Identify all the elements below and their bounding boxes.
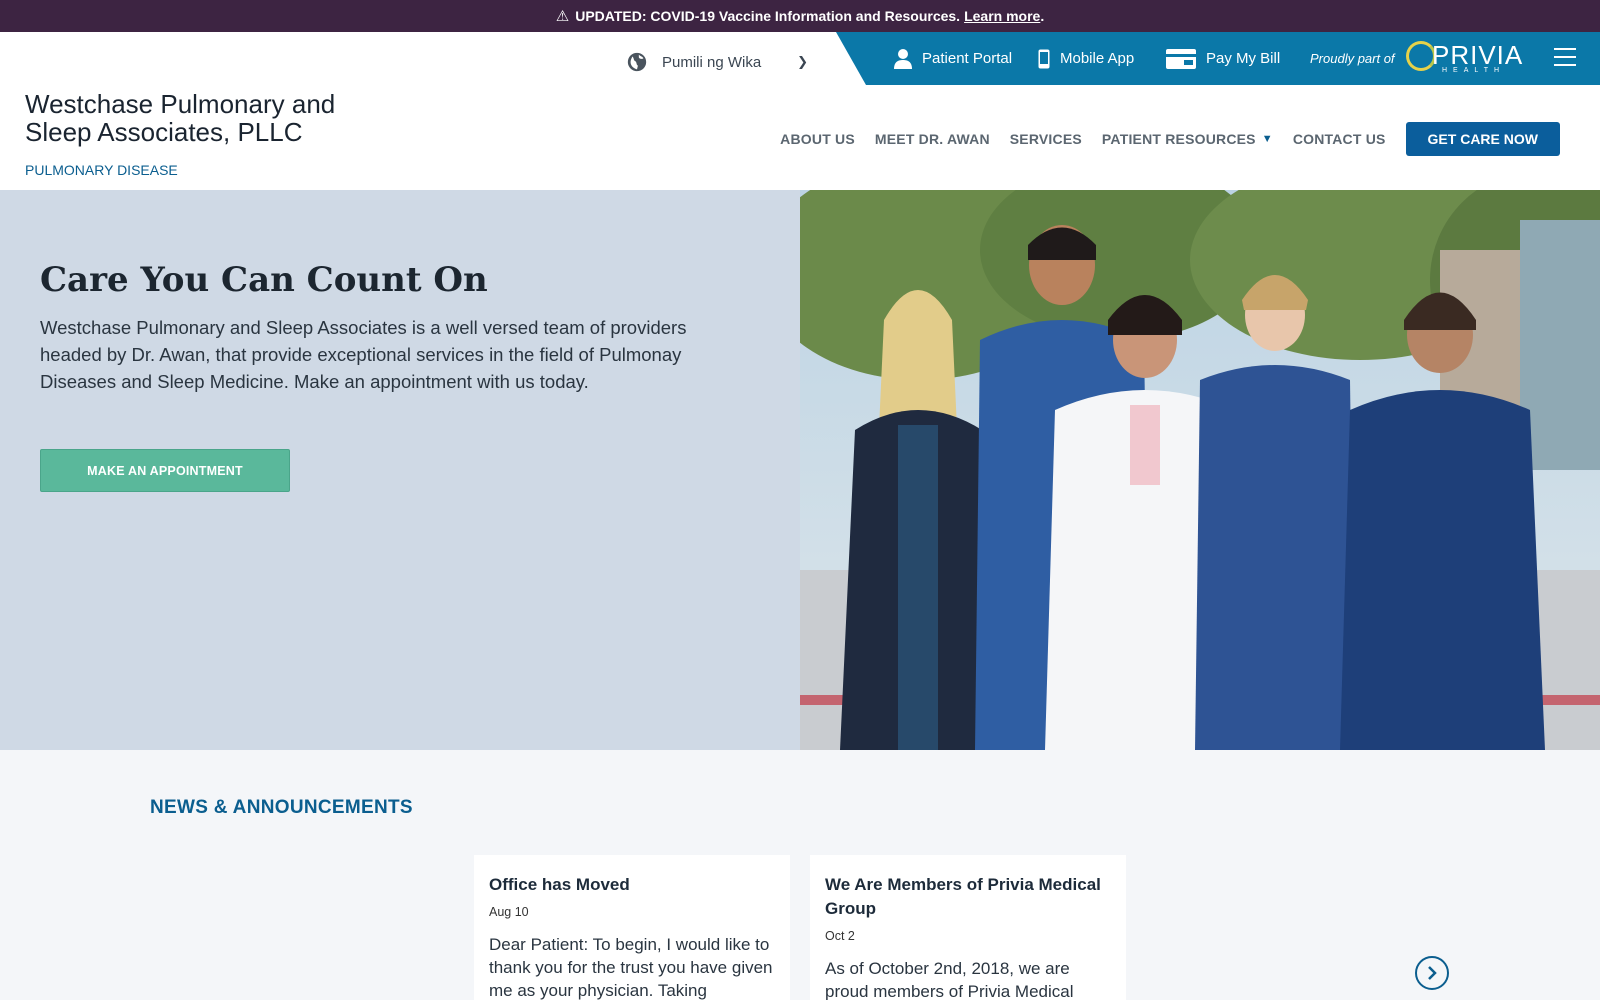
make-appointment-button[interactable]: MAKE AN APPOINTMENT bbox=[40, 449, 290, 492]
get-care-now-button[interactable]: GET CARE NOW bbox=[1405, 122, 1560, 156]
hero-section: Care You Can Count On Westchase Pulmonar… bbox=[0, 190, 800, 750]
news-title: NEWS & ANNOUNCEMENTS bbox=[150, 797, 413, 818]
mobile-app-label: Mobile App bbox=[1060, 50, 1135, 67]
nav-about-us[interactable]: ABOUT US bbox=[780, 131, 855, 147]
chevron-down-icon: ❯ bbox=[797, 54, 808, 69]
alert-text: UPDATED: COVID-19 Vaccine Information an… bbox=[575, 8, 961, 24]
pay-bill-label: Pay My Bill bbox=[1206, 50, 1281, 67]
nav-services[interactable]: SERVICES bbox=[1010, 131, 1082, 147]
patient-portal-label: Patient Portal bbox=[922, 50, 1013, 67]
wallet-icon bbox=[1166, 48, 1196, 69]
news-section: NEWS & ANNOUNCEMENTS Office has Moved Au… bbox=[0, 750, 1600, 1000]
nav-meet-dr-awan[interactable]: MEET DR. AWAN bbox=[875, 131, 990, 147]
nav-patient-resources-label: PATIENT RESOURCES bbox=[1101, 131, 1256, 147]
user-icon bbox=[894, 48, 912, 69]
news-card-excerpt: As of October 2nd, 2018, we are proud me… bbox=[825, 959, 1074, 1000]
utility-bar: Patient Portal Mobile App Pay My Bill Pr… bbox=[836, 32, 1600, 85]
proudly-part-of: Proudly part of bbox=[1310, 51, 1395, 66]
chevron-right-icon bbox=[1428, 966, 1437, 980]
news-card-date: Aug 10 bbox=[489, 905, 529, 919]
specialty-label: PULMONARY DISEASE bbox=[25, 162, 178, 178]
learn-more-link[interactable]: Learn more bbox=[964, 8, 1040, 24]
practice-name-line2: Sleep Associates, PLLC bbox=[25, 117, 303, 147]
mobile-phone-icon bbox=[1038, 49, 1050, 68]
carousel-next-button[interactable] bbox=[1415, 956, 1449, 990]
news-card-date: Oct 2 bbox=[825, 929, 855, 943]
hero-title: Care You Can Count On bbox=[40, 260, 488, 300]
pay-bill-link[interactable]: Pay My Bill bbox=[1166, 32, 1280, 85]
news-card-title: We Are Members of Privia Medical Group bbox=[825, 875, 1101, 918]
main-nav: ABOUT US MEET DR. AWAN SERVICES PATIENT … bbox=[760, 122, 1560, 156]
patient-portal-link[interactable]: Patient Portal bbox=[894, 32, 1012, 85]
nav-patient-resources[interactable]: PATIENT RESOURCES ▼ bbox=[1102, 131, 1273, 147]
privia-logo-sub: HEALTH bbox=[1442, 67, 1506, 74]
alert-bar: ⚠ UPDATED: COVID-19 Vaccine Information … bbox=[0, 0, 1600, 32]
alert-suffix: . bbox=[1040, 8, 1045, 24]
menu-icon[interactable] bbox=[1554, 48, 1576, 66]
news-card[interactable]: We Are Members of Privia Medical Group O… bbox=[810, 855, 1126, 1000]
language-selector[interactable]: Pumili ng Wika ❯ bbox=[626, 48, 808, 76]
globe-icon bbox=[627, 52, 647, 72]
hero-description: Westchase Pulmonary and Sleep Associates… bbox=[40, 317, 687, 392]
language-label: Pumili ng Wika bbox=[662, 53, 762, 71]
privia-logo[interactable]: PRIVIA HEALTH bbox=[1404, 39, 1544, 79]
warning-icon: ⚠ bbox=[555, 8, 570, 25]
mobile-app-link[interactable]: Mobile App bbox=[1038, 32, 1134, 85]
news-card-title: Office has Moved bbox=[489, 875, 630, 894]
nav-contact-us[interactable]: CONTACT US bbox=[1293, 131, 1386, 147]
staff-photo bbox=[800, 190, 1600, 750]
news-card[interactable]: Office has Moved Aug 10 Dear Patient: To… bbox=[474, 855, 790, 1000]
chevron-down-icon: ▼ bbox=[1261, 133, 1273, 145]
news-card-excerpt: Dear Patient: To begin, I would like to … bbox=[489, 935, 773, 1000]
practice-name-line1: Westchase Pulmonary and bbox=[25, 89, 336, 119]
practice-name[interactable]: Westchase Pulmonary and Sleep Associates… bbox=[25, 90, 335, 146]
